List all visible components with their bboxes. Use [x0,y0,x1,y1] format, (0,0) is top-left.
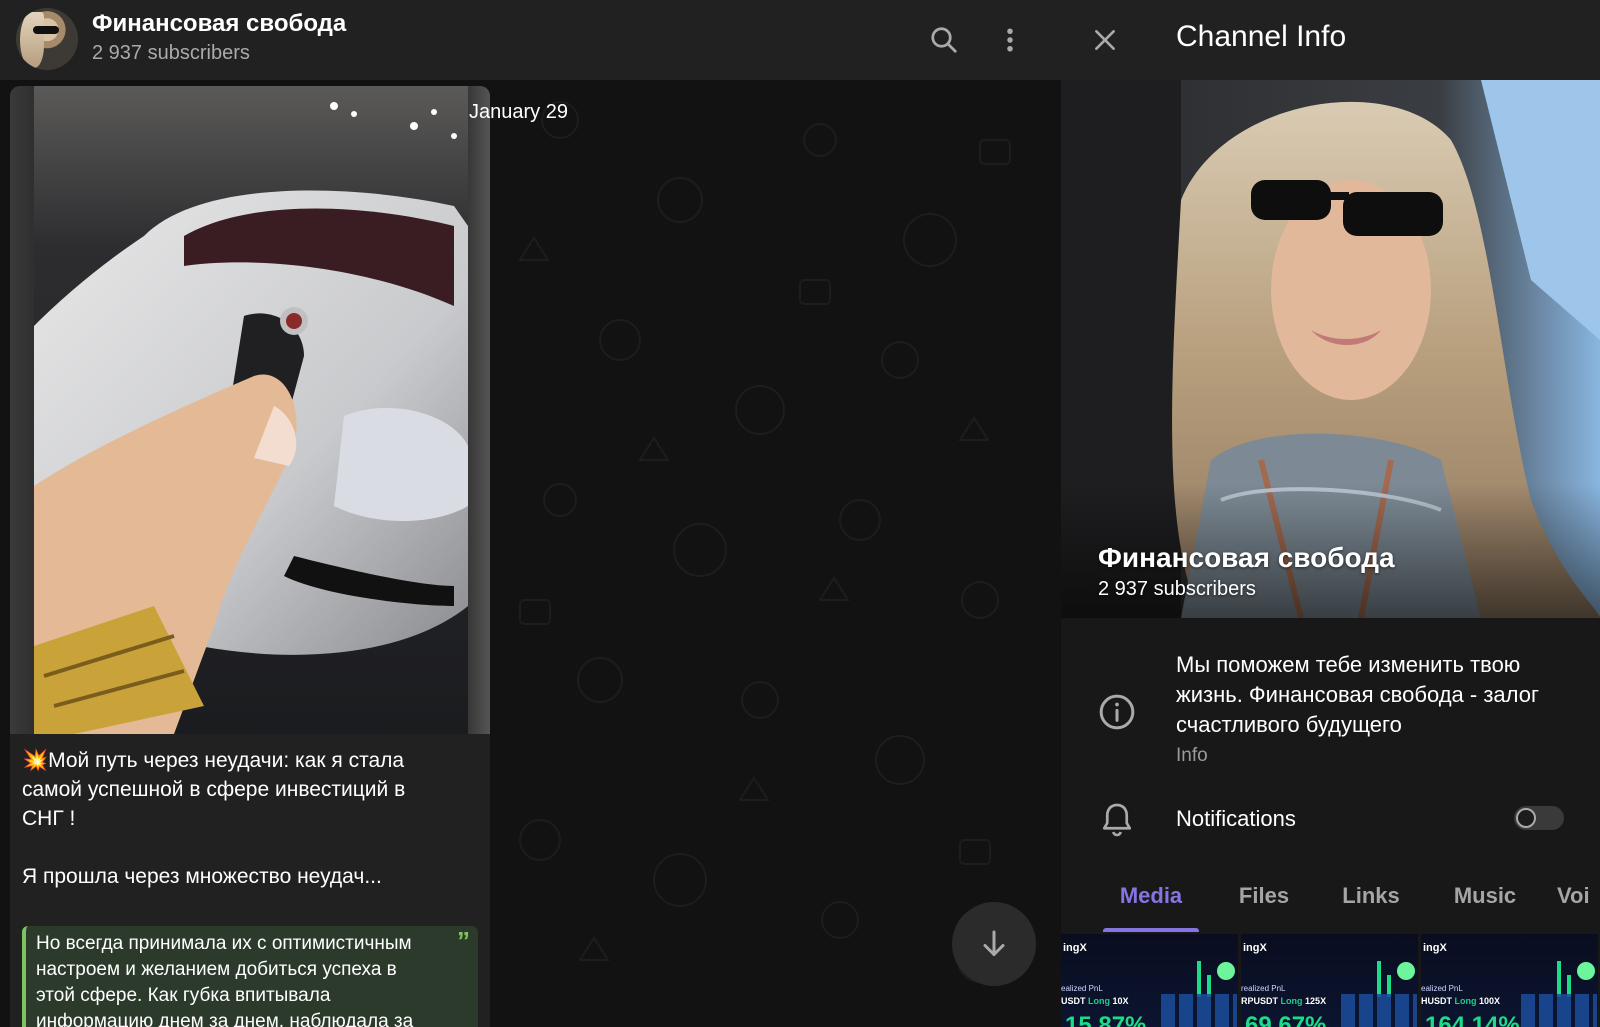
thumb-pair: RPUSDT Long 125X [1241,996,1326,1006]
quote-line: этой сфере. Как губка впитывала [36,985,331,1006]
quote-line: Но всегда принимала их с оптимистичным [36,933,412,954]
thumb-brand: ingX [1063,942,1087,954]
thumb-dot [1217,962,1235,980]
quote-line: настроем и желанием добиться успеха в [36,959,397,980]
date-pill: January 29 [469,101,568,123]
arrow-down-icon[interactable] [952,902,1036,986]
post-photo[interactable] [10,86,490,734]
tab-voice[interactable]: Voi [1545,860,1600,932]
hero-subscribers: 2 937 subscribers [1098,578,1256,600]
thumb-bar [1557,961,1561,997]
quote-line: информацию днем за днем, наблюдала за [36,1011,414,1027]
channel-title[interactable]: Финансовая свобода [92,10,346,38]
thumb-leverage: 100X [1479,996,1501,1006]
thumb-dot [1397,962,1415,980]
channel-info-panel: Channel Info Финансовая свобода 2 937 su… [1061,0,1600,1027]
thumb-pnl-label: realized PnL [1241,984,1286,993]
thumb-dot [1577,962,1595,980]
tab-links[interactable]: Links [1317,860,1425,932]
thumb-side: Long [1280,996,1303,1006]
thumb-pnl: 15.87% [1065,1012,1147,1027]
hero-portrait-illustration [1061,80,1600,618]
channel-description: Мы поможем тебе изменить твою жизнь. Фин… [1176,652,1539,737]
search-icon[interactable] [924,20,964,60]
thumb-team [1521,994,1597,1027]
post-line: самой успешной в сфере инвестиций в [22,778,406,801]
thumb-pair: HUSDT Long 100X [1421,996,1500,1006]
channel-avatar[interactable] [16,8,78,70]
thumb-brand: ingX [1423,942,1447,954]
channel-post[interactable]: 💥Мой путь через неудачи: как я стала сам… [10,86,490,1027]
toggle-knob [1516,808,1536,828]
close-icon[interactable] [1083,18,1127,62]
channel-hero-photo[interactable] [1061,80,1600,618]
thumb-bar [1197,961,1201,997]
media-tabs: Media Files Links Music Voi [1061,860,1600,932]
channel-subscribers: 2 937 subscribers [92,42,250,64]
media-thumb[interactable]: ingX realized PnL RPUSDT Long 125X 69.67… [1241,934,1418,1027]
chat-header: Финансовая свобода 2 937 subscribers [0,0,1061,80]
description-caption: Info [1176,745,1208,766]
thumb-pair-name: USDT [1061,996,1086,1006]
notifications-toggle[interactable] [1514,806,1564,830]
post-quote-block: Но всегда принимала их с оптимистичным н… [22,926,478,1027]
chat-pane: Финансовая свобода 2 937 subscribers 💥Мо… [0,0,1061,1027]
tab-music[interactable]: Music [1425,860,1545,932]
tab-files[interactable]: Files [1211,860,1317,932]
more-vertical-icon[interactable] [990,20,1030,60]
thumb-leverage: 10X [1112,996,1129,1006]
thumb-team [1161,994,1237,1027]
thumb-side: Long [1088,996,1111,1006]
thumb-pnl-label: ealized PnL [1061,984,1103,993]
avatar-sunglasses [33,26,59,34]
post-text: 💥Мой путь через неудачи: как я стала сам… [22,746,482,891]
thumb-brand: ingX [1243,942,1267,954]
thumb-leverage: 125X [1305,996,1327,1006]
bell-icon [1099,800,1135,840]
avatar-hair [20,12,44,68]
thumb-pair: USDT Long 10X [1061,996,1129,1006]
media-thumb[interactable]: ingX ealized PnL HUSDT Long 100X 164.14% [1421,934,1598,1027]
thumb-bar [1377,961,1381,997]
thumb-pnl-label: ealized PnL [1421,984,1463,993]
info-title: Channel Info [1176,20,1347,53]
thumb-pnl: 164.14% [1425,1012,1520,1027]
media-grid: ingX ealized PnL USDT Long 10X 15.87% in… [1061,934,1600,1027]
notifications-label: Notifications [1176,806,1296,831]
post-line: Я прошла через множество неудач... [22,865,382,888]
tab-media[interactable]: Media [1091,860,1211,932]
post-image-car-key [34,86,468,734]
info-icon [1097,692,1137,732]
thumb-team [1341,994,1417,1027]
thumb-pair-name: HUSDT [1421,996,1452,1006]
post-line: 💥Мой путь через неудачи: как я стала [22,749,405,772]
hero-channel-name: Финансовая свобода [1098,542,1395,573]
quote-mark-icon: ” [457,926,470,956]
car-key-illustration [34,86,468,734]
post-line: СНГ ! [22,807,76,830]
thumb-pnl: 69.67% [1245,1012,1327,1027]
thumb-side: Long [1454,996,1477,1006]
thumb-pair-name: RPUSDT [1241,996,1279,1006]
post-line-gap [22,833,482,862]
info-header: Channel Info [1061,0,1600,80]
media-thumb[interactable]: ingX ealized PnL USDT Long 10X 15.87% [1061,934,1238,1027]
